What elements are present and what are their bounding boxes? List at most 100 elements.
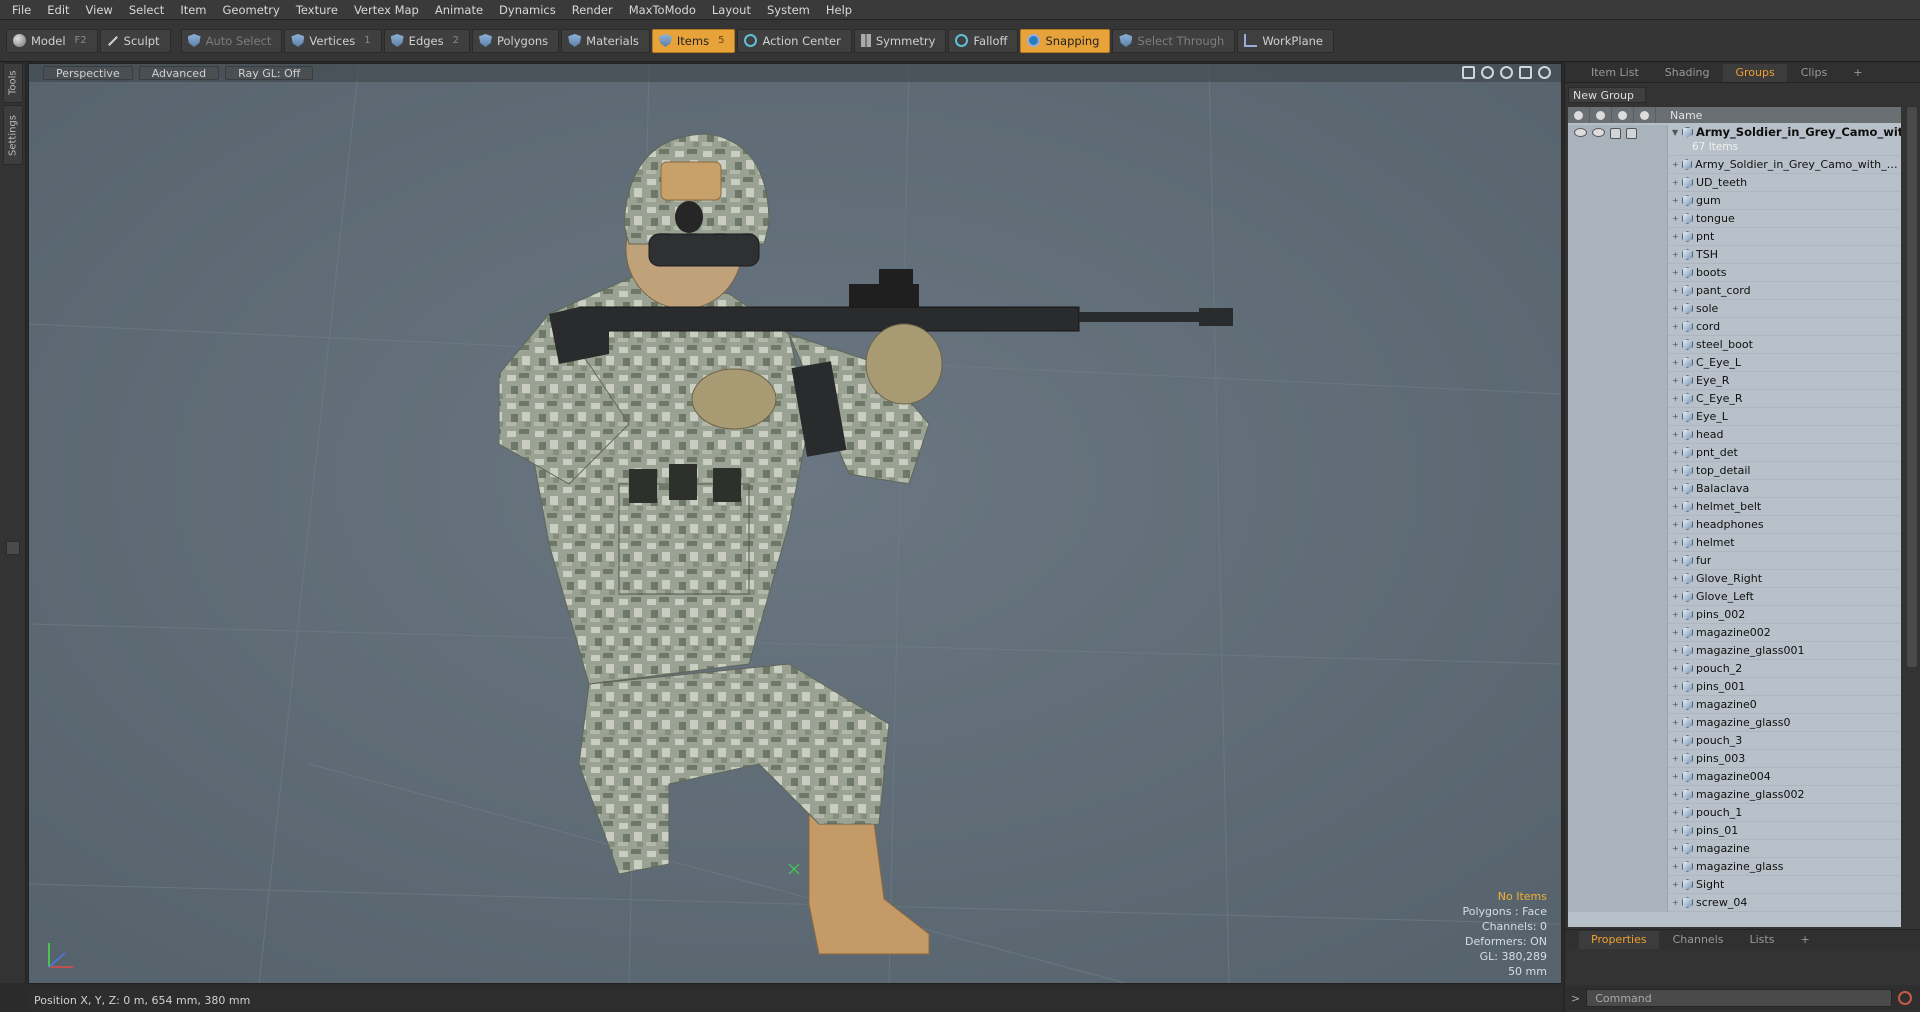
menu-dynamics[interactable]: Dynamics [493,3,566,17]
menu-item[interactable]: Item [174,3,216,17]
group-item-row[interactable]: + C_Eye_R [1568,389,1901,408]
expand-icon[interactable]: + [1672,286,1680,295]
select-through-button[interactable]: Select Through [1112,28,1236,53]
expand-icon[interactable]: + [1672,196,1680,205]
tab-add[interactable]: + [1841,64,1874,82]
group-item-row[interactable]: + Sight [1568,875,1901,894]
menu-select[interactable]: Select [123,3,174,17]
group-item-row[interactable]: + tongue [1568,209,1901,228]
group-item-row[interactable]: + head [1568,425,1901,444]
group-item-row[interactable]: + pant_cord [1568,281,1901,300]
expand-icon[interactable]: + [1672,646,1680,655]
lock-toggle-icon[interactable] [1610,128,1621,139]
group-item-row[interactable]: + screw_04 [1568,893,1901,912]
group-item-row[interactable]: + pins_01 [1568,821,1901,840]
groups-scrollbar[interactable] [1907,107,1917,667]
group-item-row[interactable]: + magazine_glass [1568,857,1901,876]
expand-icon[interactable]: + [1672,430,1680,439]
menu-maxtomodo[interactable]: MaxToModo [623,3,706,17]
tab-item-list[interactable]: Item List [1579,64,1651,82]
expand-icon[interactable]: + [1672,664,1680,673]
render-column-icon[interactable] [1590,107,1612,123]
select-column-icon[interactable] [1634,107,1656,123]
menu-system[interactable]: System [761,3,820,17]
expand-icon[interactable]: + [1672,898,1680,907]
snapping-button[interactable]: Snapping [1020,28,1111,53]
menu-help[interactable]: Help [820,3,862,17]
tools-tab[interactable]: Tools [3,63,23,103]
expand-icon[interactable]: + [1672,790,1680,799]
group-item-row[interactable]: + UD_teeth [1568,173,1901,192]
group-item-row[interactable]: + pins_001 [1568,677,1901,696]
group-item-row[interactable]: + pins_002 [1568,605,1901,624]
expand-icon[interactable]: + [1672,610,1680,619]
expand-icon[interactable]: + [1672,682,1680,691]
new-group-button[interactable]: New Group [1568,87,1646,103]
sculpt-mode-button[interactable]: Sculpt [99,28,171,53]
expand-icon[interactable]: + [1672,700,1680,709]
record-icon[interactable] [1898,991,1913,1005]
group-item-row[interactable]: + pins_003 [1568,749,1901,768]
view-mode-dropdown[interactable]: Perspective [43,66,133,80]
expand-icon[interactable]: + [1672,538,1680,547]
menu-geometry[interactable]: Geometry [217,3,290,17]
group-root-row[interactable]: ▼ Army_Soldier_in_Grey_Camo_wit ... 67 I… [1568,123,1901,158]
gear-icon[interactable] [1538,66,1551,79]
expand-icon[interactable]: + [1672,808,1680,817]
expand-icon[interactable]: + [1672,268,1680,277]
expand-icon[interactable]: + [1672,862,1680,871]
polygons-mode-button[interactable]: Polygons [471,28,560,53]
falloff-button[interactable]: Falloff [948,28,1019,53]
workplane-button[interactable]: WorkPlane [1237,28,1334,53]
shading-style-dropdown[interactable]: Advanced [138,66,220,80]
strip-toggle[interactable] [6,541,20,555]
expand-icon[interactable]: + [1672,520,1680,529]
select-toggle-icon[interactable] [1626,128,1637,139]
render-toggle-icon[interactable] [1592,128,1605,137]
tab-clips[interactable]: Clips [1789,64,1840,82]
collapse-triangle-icon[interactable]: ▼ [1672,128,1680,137]
tab-add[interactable]: + [1788,931,1821,949]
group-item-row[interactable]: + magazine_glass001 [1568,641,1901,660]
group-item-row[interactable]: + pouch_2 [1568,659,1901,678]
group-item-row[interactable]: + magazine004 [1568,767,1901,786]
expand-icon[interactable]: + [1672,880,1680,889]
menu-animate[interactable]: Animate [429,3,493,17]
group-item-row[interactable]: + pouch_3 [1568,731,1901,750]
group-item-row[interactable]: + top_detail [1568,461,1901,480]
pan-icon[interactable] [1462,66,1475,79]
menu-view[interactable]: View [80,3,123,17]
expand-icon[interactable]: + [1672,592,1680,601]
expand-icon[interactable]: + [1672,322,1680,331]
expand-icon[interactable]: + [1672,628,1680,637]
auto-select-button[interactable]: Auto Select [180,28,283,53]
group-item-row[interactable]: + Eye_L [1568,407,1901,426]
group-item-row[interactable]: + fur [1568,551,1901,570]
symmetry-button[interactable]: Symmetry [853,28,947,53]
group-item-row[interactable]: + helmet [1568,533,1901,552]
menu-render[interactable]: Render [566,3,623,17]
group-item-row[interactable]: + cord [1568,317,1901,336]
group-item-row[interactable]: + Glove_Left [1568,587,1901,606]
group-item-row[interactable]: + C_Eye_L [1568,353,1901,372]
tab-lists[interactable]: Lists [1738,931,1787,949]
expand-icon[interactable]: + [1672,736,1680,745]
expand-icon[interactable]: + [1672,484,1680,493]
expand-icon[interactable]: + [1672,844,1680,853]
group-item-row[interactable]: + steel_boot [1568,335,1901,354]
3d-viewport[interactable]: Perspective Advanced Ray GL: Off No Item… [28,63,1562,984]
items-mode-button[interactable]: Items 5 [651,28,736,53]
group-item-row[interactable]: + Glove_Right [1568,569,1901,588]
settings-tab[interactable]: Settings [3,105,23,165]
group-item-row[interactable]: + magazine002 [1568,623,1901,642]
menu-edit[interactable]: Edit [41,3,79,17]
group-item-row[interactable]: + headphones [1568,515,1901,534]
raygl-toggle[interactable]: Ray GL: Off [225,66,314,80]
menu-layout[interactable]: Layout [706,3,761,17]
eye-icon[interactable] [1574,128,1587,137]
menu-file[interactable]: File [6,3,41,17]
group-item-row[interactable]: + pnt [1568,227,1901,246]
expand-icon[interactable]: + [1672,250,1680,259]
group-item-row[interactable]: + pouch_1 [1568,803,1901,822]
group-item-row[interactable]: + sole [1568,299,1901,318]
